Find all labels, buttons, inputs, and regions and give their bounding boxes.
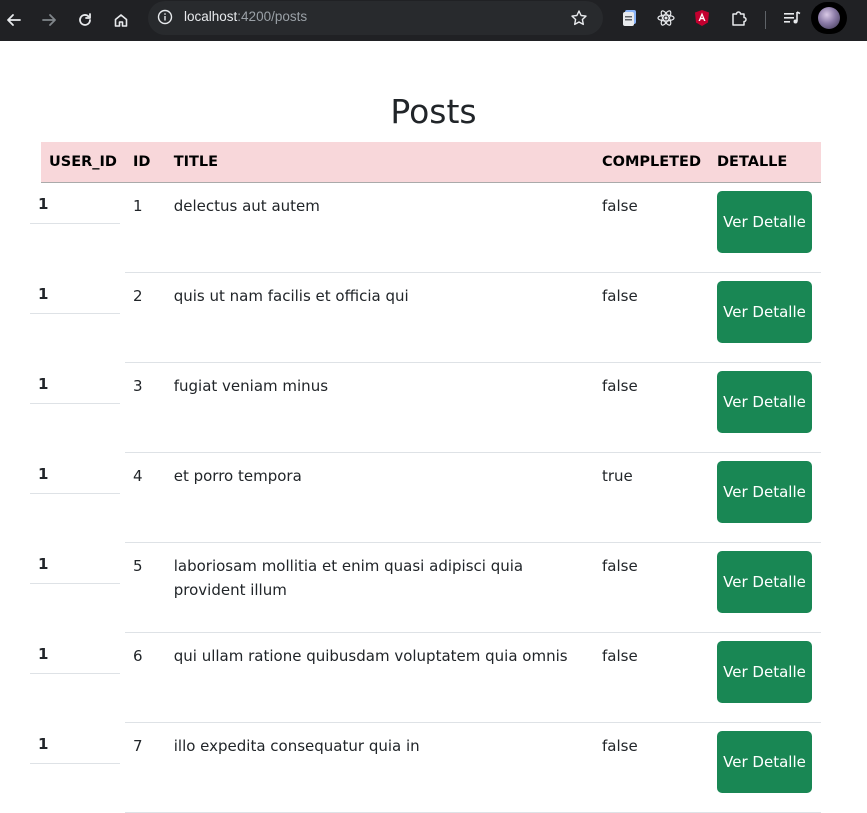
- header-user-id: USER_ID: [41, 142, 125, 183]
- cell-user-id: 1: [30, 723, 125, 813]
- cell-completed: false: [594, 632, 710, 723]
- header-completed: COMPLETED: [594, 142, 710, 183]
- posts-table: USER_ID ID TITLE COMPLETED DETALLE 1 1 del…: [30, 142, 821, 813]
- user-id-value: 1: [30, 543, 120, 584]
- cell-user-id: 1: [30, 363, 125, 453]
- home-icon: [114, 14, 128, 27]
- extension-angular-icon[interactable]: [692, 8, 712, 28]
- user-id-value: 1: [30, 273, 120, 314]
- forward-button[interactable]: [35, 6, 63, 34]
- reload-icon: [79, 13, 91, 26]
- cell-detalle: Ver Detalle: [709, 542, 821, 633]
- page-title: Posts: [390, 92, 477, 131]
- url-path: :4200/posts: [237, 9, 308, 24]
- address-bar[interactable]: localhost:4200/posts: [148, 1, 603, 35]
- avatar: [818, 7, 840, 29]
- cell-title: qui ullam ratione quibusdam voluptatem q…: [165, 632, 594, 723]
- cell-user-id: 1: [30, 543, 125, 633]
- cell-title: fugiat veniam minus: [165, 362, 594, 453]
- ver-detalle-button[interactable]: Ver Detalle: [717, 191, 813, 253]
- site-info-icon[interactable]: [156, 8, 174, 26]
- url-host: localhost: [184, 9, 238, 24]
- cell-detalle: Ver Detalle: [709, 452, 821, 543]
- ver-detalle-button[interactable]: Ver Detalle: [717, 641, 813, 703]
- toolbar-divider: [765, 11, 766, 29]
- cell-completed: false: [594, 722, 710, 813]
- ver-detalle-button[interactable]: Ver Detalle: [717, 551, 813, 613]
- cell-id: 3: [124, 362, 166, 453]
- ver-detalle-button[interactable]: Ver Detalle: [717, 461, 813, 523]
- profile-button[interactable]: [811, 2, 847, 34]
- table-row: 1 1 delectus aut autem false Ver Detalle: [30, 182, 821, 273]
- url-text[interactable]: localhost:4200/posts: [184, 9, 307, 24]
- cell-completed: false: [594, 272, 710, 363]
- cell-completed: false: [594, 542, 710, 633]
- cell-title: laboriosam mollitia et enim quasi adipis…: [165, 542, 594, 633]
- cell-detalle: Ver Detalle: [709, 272, 821, 363]
- cell-user-id: 1: [30, 183, 125, 273]
- cell-completed: false: [594, 362, 710, 453]
- media-queue-icon[interactable]: [782, 8, 802, 28]
- cell-title: illo expedita consequatur quia in: [165, 722, 594, 813]
- cell-id: 4: [124, 452, 166, 543]
- cell-id: 6: [124, 632, 166, 723]
- table-row: 1 6 qui ullam ratione quibusdam voluptatem…: [30, 632, 821, 723]
- cell-user-id: 1: [30, 453, 125, 543]
- cell-detalle: Ver Detalle: [709, 182, 821, 273]
- back-icon: [7, 14, 21, 26]
- cell-title: et porro tempora: [165, 452, 594, 543]
- header-title: TITLE: [165, 142, 594, 183]
- table-row: 1 4 et porro tempora true Ver Detalle: [30, 452, 821, 543]
- back-button[interactable]: [0, 6, 28, 34]
- home-button[interactable]: [107, 6, 135, 34]
- header-id: ID: [124, 142, 166, 183]
- user-id-value: 1: [30, 363, 120, 404]
- cell-id: 1: [124, 182, 166, 273]
- extension-react-icon[interactable]: [656, 8, 676, 28]
- table-row: 1 3 fugiat veniam minus false Ver Detalle: [30, 362, 821, 453]
- user-id-value: 1: [30, 183, 120, 224]
- extensions-puzzle-icon[interactable]: [729, 8, 749, 28]
- extension-doc-icon[interactable]: [620, 8, 640, 28]
- cell-detalle: Ver Detalle: [709, 362, 821, 453]
- cell-detalle: Ver Detalle: [709, 722, 821, 813]
- browser-toolbar: localhost:4200/posts: [0, 0, 867, 41]
- cell-completed: true: [594, 452, 710, 543]
- cell-title: delectus aut autem: [165, 182, 594, 273]
- user-id-value: 1: [30, 453, 120, 494]
- ver-detalle-button[interactable]: Ver Detalle: [717, 371, 813, 433]
- cell-id: 7: [124, 722, 166, 813]
- table-header-row: USER_ID ID TITLE COMPLETED DETALLE: [41, 142, 821, 183]
- reload-button[interactable]: [71, 6, 99, 34]
- cell-id: 5: [124, 542, 166, 633]
- bookmark-star-icon[interactable]: [570, 9, 588, 31]
- cell-completed: false: [594, 182, 710, 273]
- ver-detalle-button[interactable]: Ver Detalle: [717, 281, 813, 343]
- header-detalle: DETALLE: [709, 142, 821, 183]
- user-id-value: 1: [30, 723, 120, 764]
- table-row: 1 5 laboriosam mollitia et enim quasi adip…: [30, 542, 821, 633]
- user-id-value: 1: [30, 633, 120, 674]
- cell-user-id: 1: [30, 273, 125, 363]
- cell-detalle: Ver Detalle: [709, 632, 821, 723]
- table-row: 1 2 quis ut nam facilis et officia qui fals…: [30, 272, 821, 363]
- forward-icon: [42, 14, 56, 26]
- ver-detalle-button[interactable]: Ver Detalle: [717, 731, 813, 793]
- cell-title: quis ut nam facilis et officia qui: [165, 272, 594, 363]
- table-row: 1 7 illo expedita consequatur quia in false…: [30, 722, 821, 813]
- cell-id: 2: [124, 272, 166, 363]
- cell-user-id: 1: [30, 633, 125, 723]
